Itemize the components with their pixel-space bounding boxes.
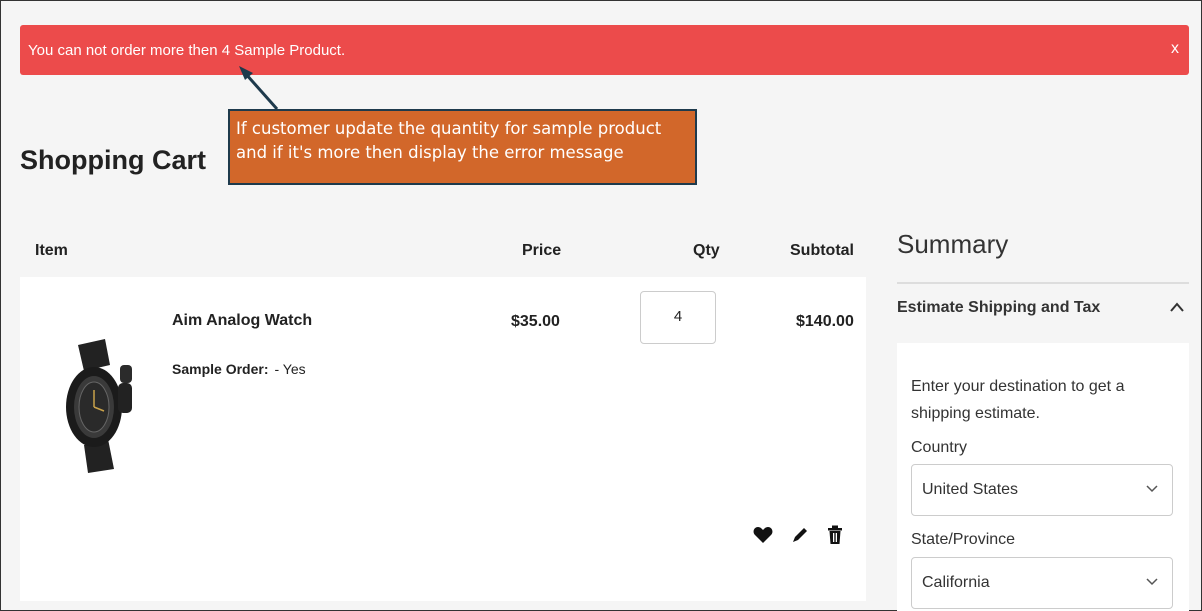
state-select-value: California <box>922 574 990 591</box>
estimate-shipping-toggle[interactable]: Estimate Shipping and Tax <box>897 299 1100 317</box>
country-label: Country <box>911 439 968 456</box>
item-price: $35.00 <box>511 313 560 330</box>
column-header-item: Item <box>35 242 68 259</box>
estimate-intro-text: Enter your destination to get a shipping… <box>911 378 1125 422</box>
column-header-price: Price <box>522 242 562 259</box>
item-subtotal: $140.00 <box>796 313 854 330</box>
trash-icon[interactable] <box>827 525 843 545</box>
option-label: Sample Order: <box>172 361 269 377</box>
chevron-down-icon <box>1146 485 1158 493</box>
chevron-up-icon[interactable] <box>1169 301 1185 313</box>
summary-divider <box>897 282 1189 284</box>
option-value: - Yes <box>274 361 306 377</box>
annotation-callout: If customer update the quantity for samp… <box>228 109 697 185</box>
summary-title: Summary <box>897 229 1009 259</box>
product-option: Sample Order: - Yes <box>172 361 306 377</box>
callout-line-1: If customer update the quantity for samp… <box>236 119 662 138</box>
quantity-input[interactable]: 4 <box>640 291 716 344</box>
column-header-qty: Qty <box>693 242 720 259</box>
pencil-icon[interactable] <box>791 526 809 544</box>
cart-item-row: Aim Analog Watch Sample Order: - Yes $35.… <box>20 277 866 601</box>
country-select[interactable]: United States <box>911 464 1173 516</box>
page-title: Shopping Cart <box>20 145 206 175</box>
page-frame: You can not order more then 4 Sample Pro… <box>0 0 1202 611</box>
heart-icon[interactable] <box>753 526 773 544</box>
callout-line-2: and if it's more then display the error … <box>236 143 624 162</box>
column-header-subtotal: Subtotal <box>790 242 854 259</box>
product-name-link[interactable]: Aim Analog Watch <box>172 312 312 330</box>
state-label: State/Province <box>911 531 1016 548</box>
state-select[interactable]: California <box>911 557 1173 609</box>
estimate-panel: Enter your destination to get a shipping… <box>897 343 1189 611</box>
product-image-watch[interactable] <box>50 335 140 475</box>
chevron-down-icon <box>1146 578 1158 586</box>
country-select-value: United States <box>922 481 1019 498</box>
item-actions <box>753 525 843 545</box>
